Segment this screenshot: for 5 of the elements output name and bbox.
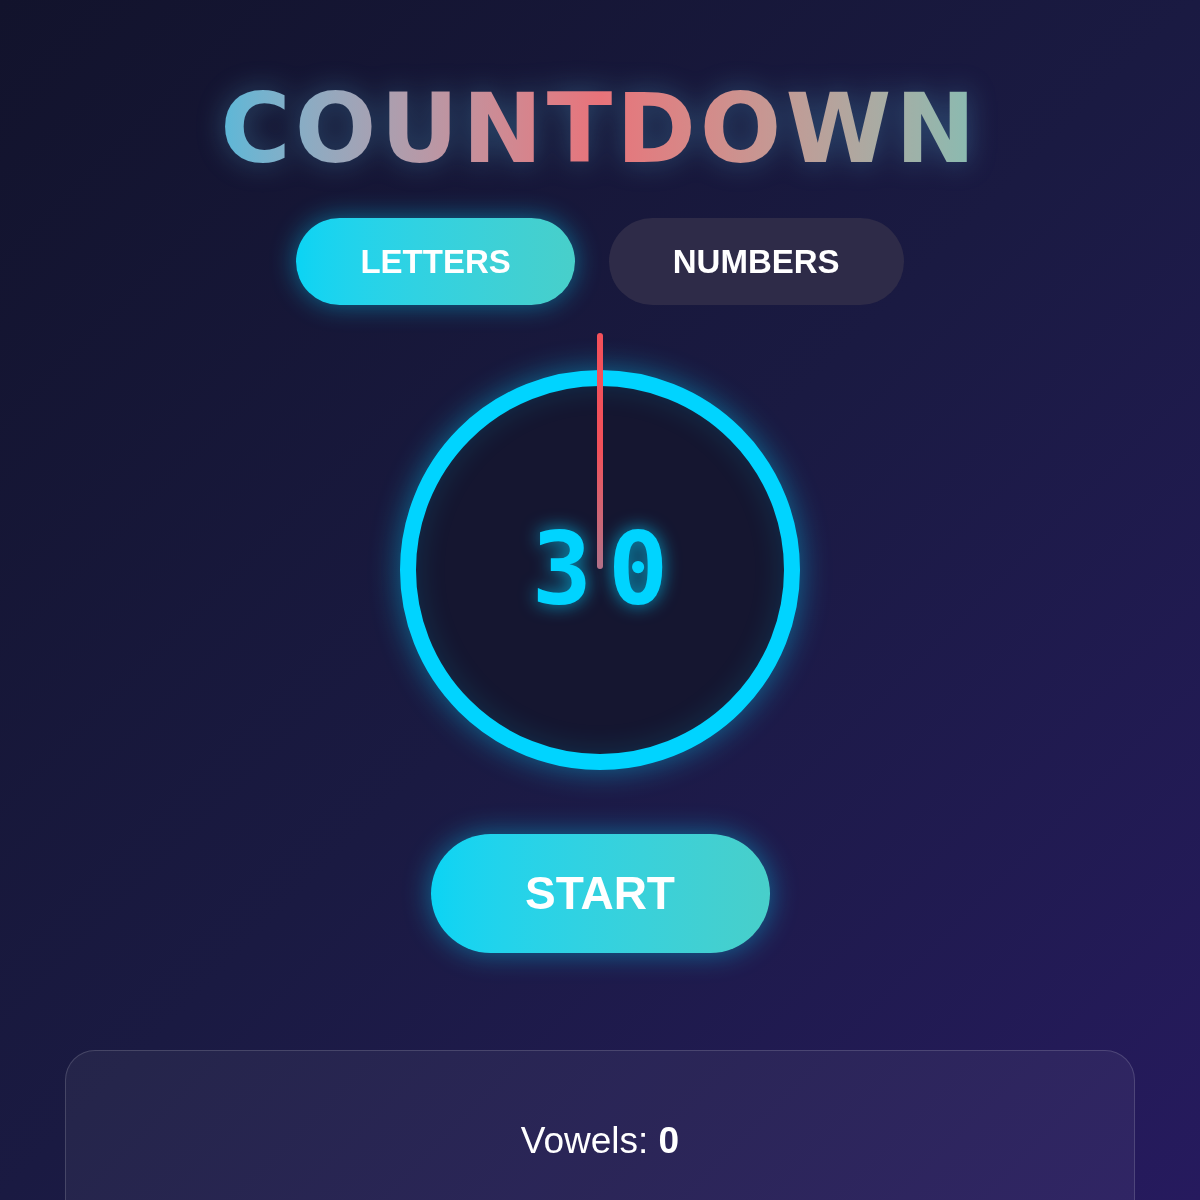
timer-value: 30 xyxy=(530,520,685,620)
start-button[interactable]: START xyxy=(430,834,770,953)
mode-tab[interactable]: NUMBERS xyxy=(608,218,904,305)
vowels-count: Vowels: 0 xyxy=(520,1119,680,1163)
mode-tab[interactable]: LETTERS xyxy=(296,218,575,305)
